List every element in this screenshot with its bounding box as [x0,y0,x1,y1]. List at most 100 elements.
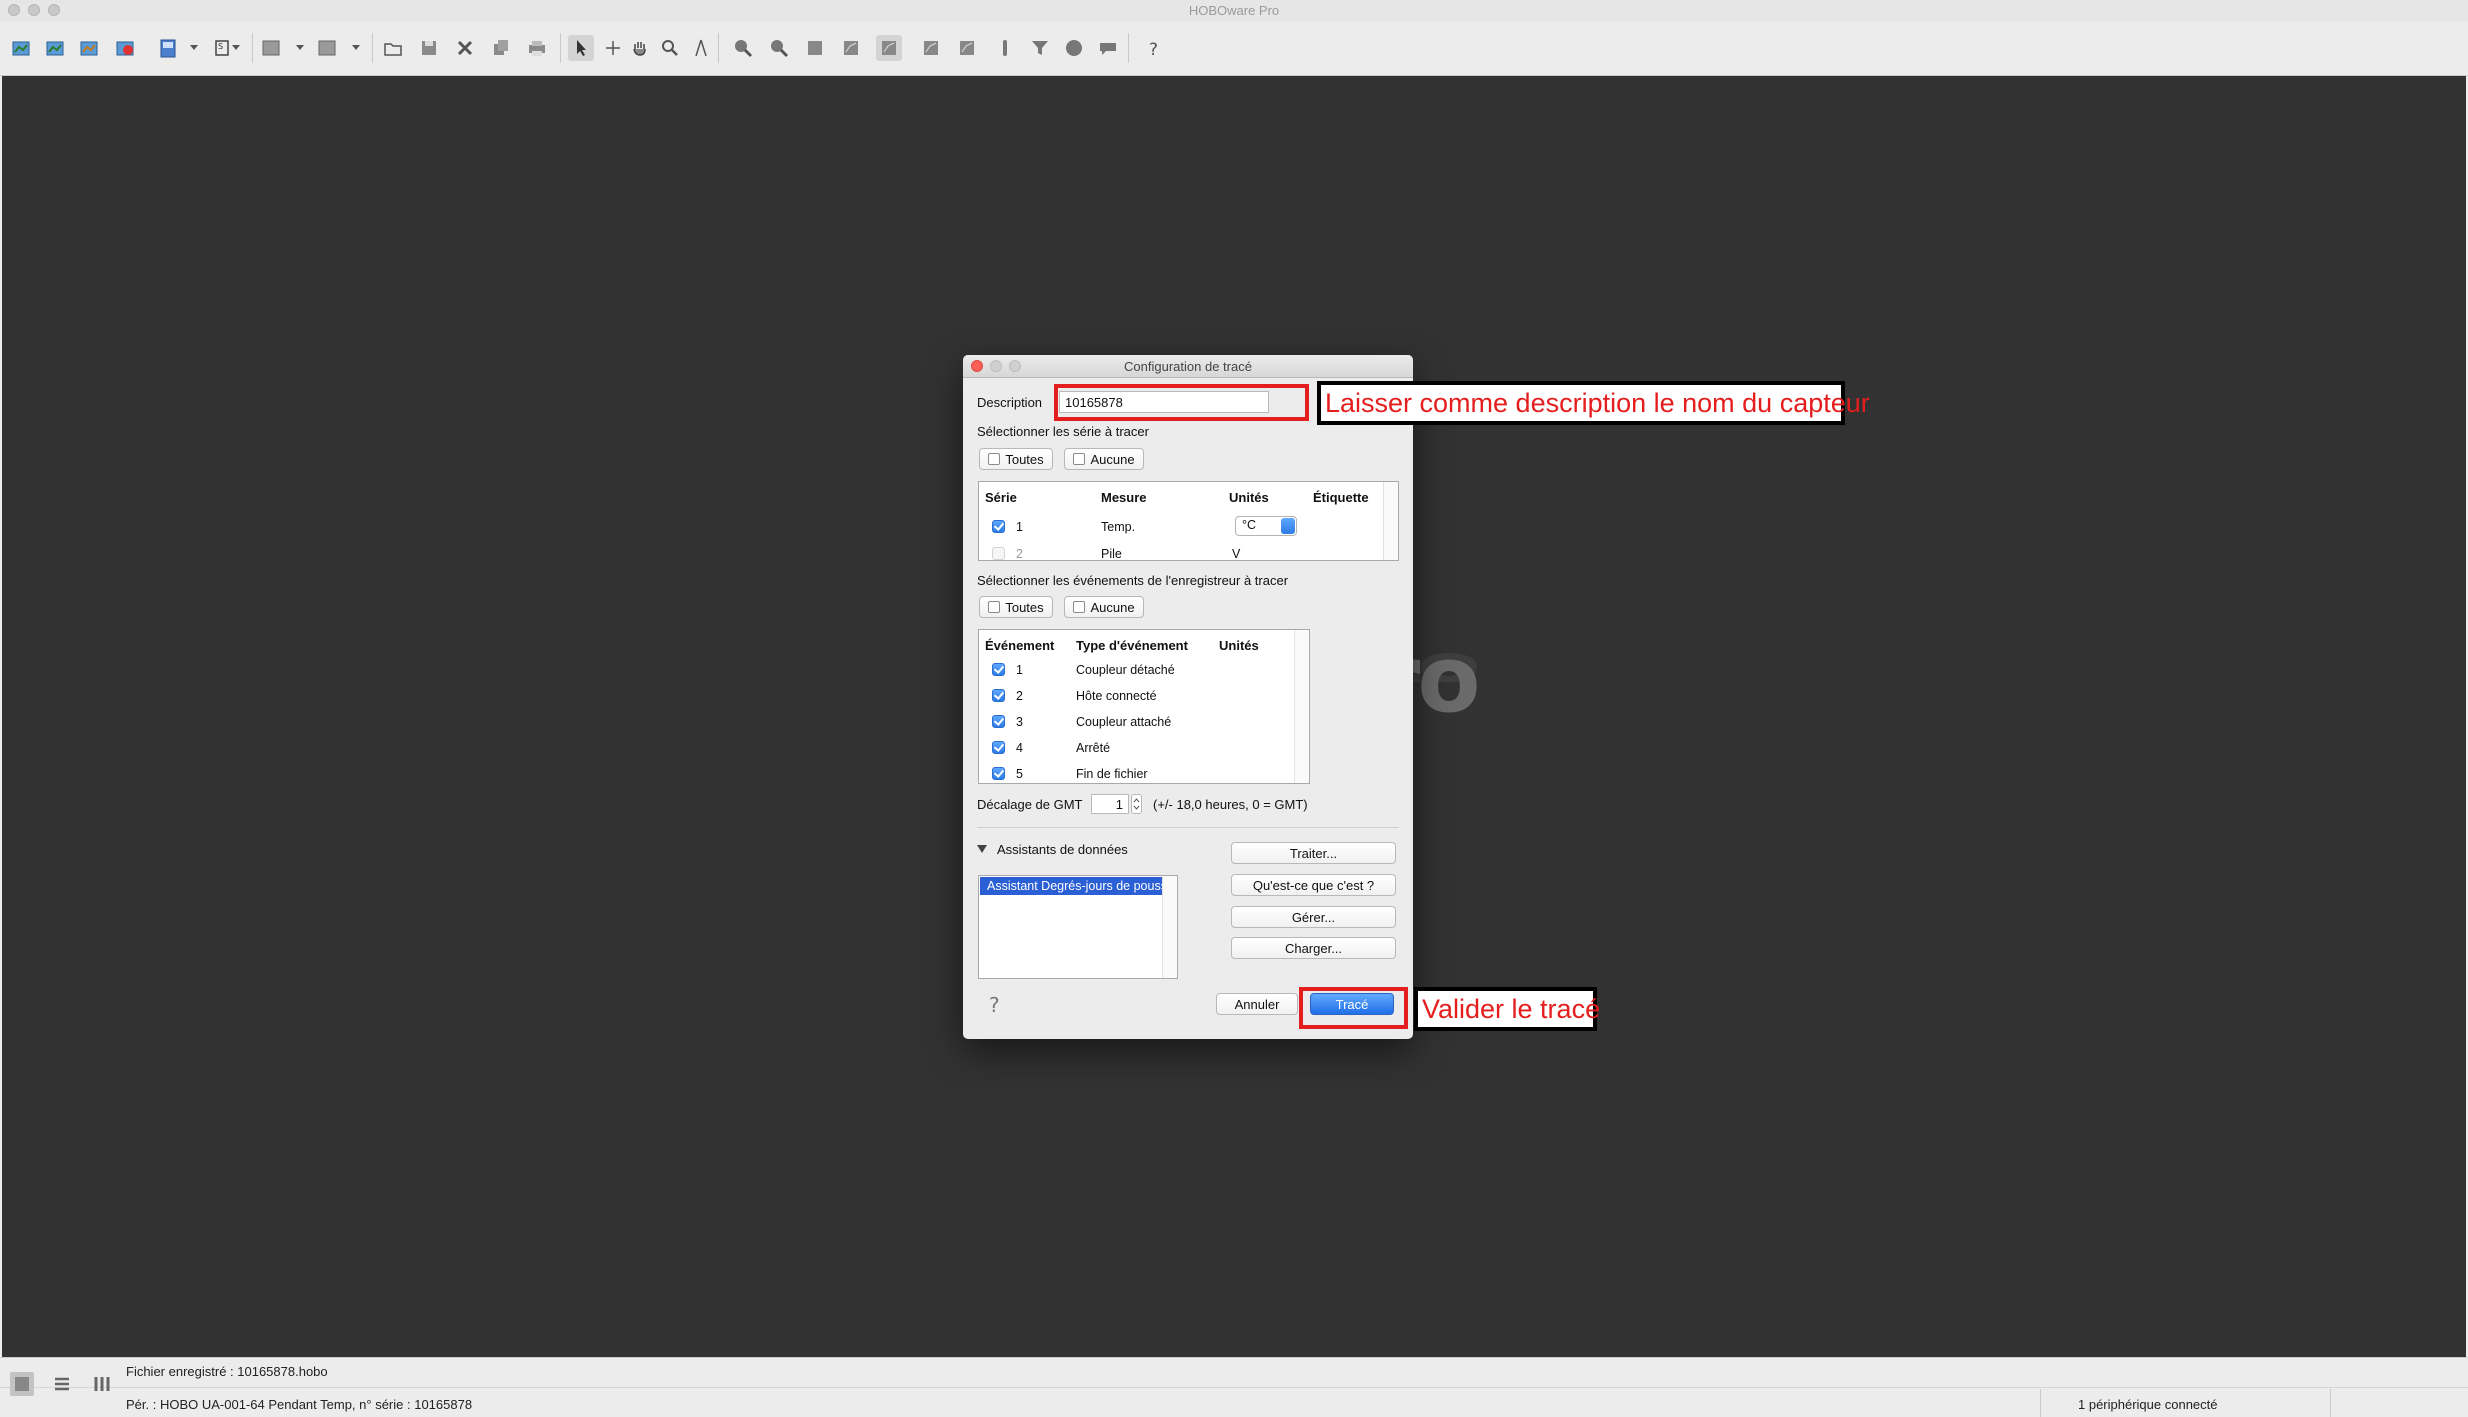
magnify-tool-icon[interactable] [657,35,683,61]
graph-style-icon[interactable] [876,35,902,61]
status-logger-icon[interactable] [76,35,102,61]
description-callout: Laisser comme description le nom du capt… [1317,381,1870,425]
event-1-type: Coupleur détaché [1076,663,1175,677]
series-none-button[interactable]: Aucune [1064,448,1144,470]
svg-text:?: ? [1149,40,1158,59]
list-layout-icon[interactable] [50,1372,74,1396]
events-table: Événement Type d'événement Unités 1 Coup… [978,629,1310,784]
help-icon[interactable]: ? [989,993,1009,1017]
dialog-title: Configuration de tracé [1124,359,1252,374]
gmt-offset-input[interactable] [1091,794,1129,814]
series-2-measure: Pile [1101,547,1122,561]
series-2-unit: V [1232,547,1241,561]
select-device-dropdown-icon[interactable] [232,45,240,50]
comment-icon[interactable] [1095,35,1121,61]
data-assistants-label: Assistants de données [997,842,1128,857]
manage-button[interactable]: Gérer... [1231,906,1396,928]
device-icon[interactable] [155,35,181,61]
event-type-col-header: Type d'événement [1076,638,1188,653]
events-table-scrollbar[interactable] [1294,630,1309,783]
cancel-button[interactable]: Annuler [1216,993,1298,1015]
plot-setup-dialog: Configuration de tracé Description Sélec… [963,355,1413,1039]
measure-col-header: Mesure [1101,490,1147,505]
checkmark-icon [988,453,1001,465]
columns-layout-icon[interactable] [90,1372,114,1396]
event-2-checkbox[interactable] [992,689,1005,702]
event-col-header: Événement [985,638,1055,653]
series-1-measure: Temp. [1101,520,1136,534]
graph-view-icon[interactable] [258,35,284,61]
event-3-checkbox[interactable] [992,715,1005,728]
zoom-in-icon[interactable] [730,35,756,61]
readout-logger-icon[interactable] [42,35,68,61]
table-view-dropdown-icon[interactable] [352,45,360,50]
marker-icon[interactable] [1061,35,1087,61]
assistant-list-item[interactable]: Assistant Degrés-jours de pousse [980,877,1163,895]
events-none-button[interactable]: Aucune [1064,596,1144,618]
filter-icon[interactable] [1027,35,1053,61]
status-divider [0,1387,2468,1388]
delete-icon[interactable] [452,35,478,61]
status-bar: Fichier enregistré : 10165878.hobo Pér. … [0,1357,2468,1417]
event-units-col-header: Unités [1219,638,1259,653]
plot-button-highlight-box [1299,987,1408,1029]
window-titlebar: HOBOware Pro [0,0,2468,21]
section-divider [977,827,1399,828]
whats-this-button[interactable]: Qu'est-ce que c'est ? [1231,874,1396,896]
events-all-button[interactable]: Toutes [979,596,1053,618]
series-1-unit-select[interactable]: °C [1235,516,1297,536]
print-icon[interactable] [524,35,550,61]
series-table-scrollbar[interactable] [1383,482,1398,560]
gmt-offset-stepper[interactable] [1131,794,1142,814]
zoom-out-icon[interactable] [766,35,792,61]
svg-text:S: S [218,42,223,51]
hand-tool-icon[interactable] [627,35,653,61]
table-view-icon[interactable] [314,35,340,61]
series-all-button[interactable]: Toutes [979,448,1053,470]
event-1-checkbox[interactable] [992,663,1005,676]
series-2-checkbox[interactable] [992,547,1005,560]
device-dropdown-icon[interactable] [190,45,198,50]
assistants-list: Assistant Degrés-jours de pousse [978,875,1178,979]
graph-options-icon[interactable] [838,35,864,61]
series-section-label: Sélectionner les série à tracer [977,424,1149,439]
event-5-checkbox[interactable] [992,767,1005,780]
thermometer-icon[interactable] [992,35,1018,61]
load-button[interactable]: Charger... [1231,937,1396,959]
disclosure-triangle-icon[interactable] [977,845,987,853]
series-1-checkbox[interactable] [992,520,1005,533]
graph-view-dropdown-icon[interactable] [296,45,304,50]
process-button[interactable]: Traiter... [1231,842,1396,864]
save-icon[interactable] [416,35,442,61]
add-series-icon[interactable] [918,35,944,61]
fit-graph-icon[interactable] [802,35,828,61]
saved-file-status: Fichier enregistré : 10165878.hobo [126,1364,328,1379]
event-2-type: Hôte connecté [1076,689,1157,703]
launch-logger-icon[interactable] [8,35,34,61]
event-5-number: 5 [1016,767,1023,781]
crosshair-tool-icon[interactable] [600,35,626,61]
connected-devices-status: 1 périphérique connecté [2078,1397,2218,1412]
pointer-tool-icon[interactable] [568,35,594,61]
window-title: HOBOware Pro [1188,3,1280,18]
graph-layout-icon[interactable] [10,1372,34,1396]
description-label: Description [977,395,1043,410]
event-3-number: 3 [1016,715,1023,729]
help-icon[interactable]: ? [1142,35,1168,61]
event-4-checkbox[interactable] [992,741,1005,754]
assistants-scrollbar[interactable] [1162,876,1177,978]
copy-icon[interactable] [488,35,514,61]
remove-series-icon[interactable] [954,35,980,61]
gmt-offset-label: Décalage de GMT [977,797,1083,812]
events-section-label: Sélectionner les événements de l'enregis… [977,573,1289,588]
measure-tool-icon[interactable] [688,35,714,61]
main-toolbar: S ? [0,21,2468,76]
stop-logger-icon[interactable] [112,35,138,61]
series-col-header: Série [985,490,1017,505]
event-4-type: Arrêté [1076,741,1111,755]
description-highlight-box [1054,384,1309,421]
open-folder-icon[interactable] [380,35,406,61]
event-2-number: 2 [1016,689,1023,703]
series-1-number: 1 [1016,520,1023,534]
empty-box-icon [1073,601,1086,613]
